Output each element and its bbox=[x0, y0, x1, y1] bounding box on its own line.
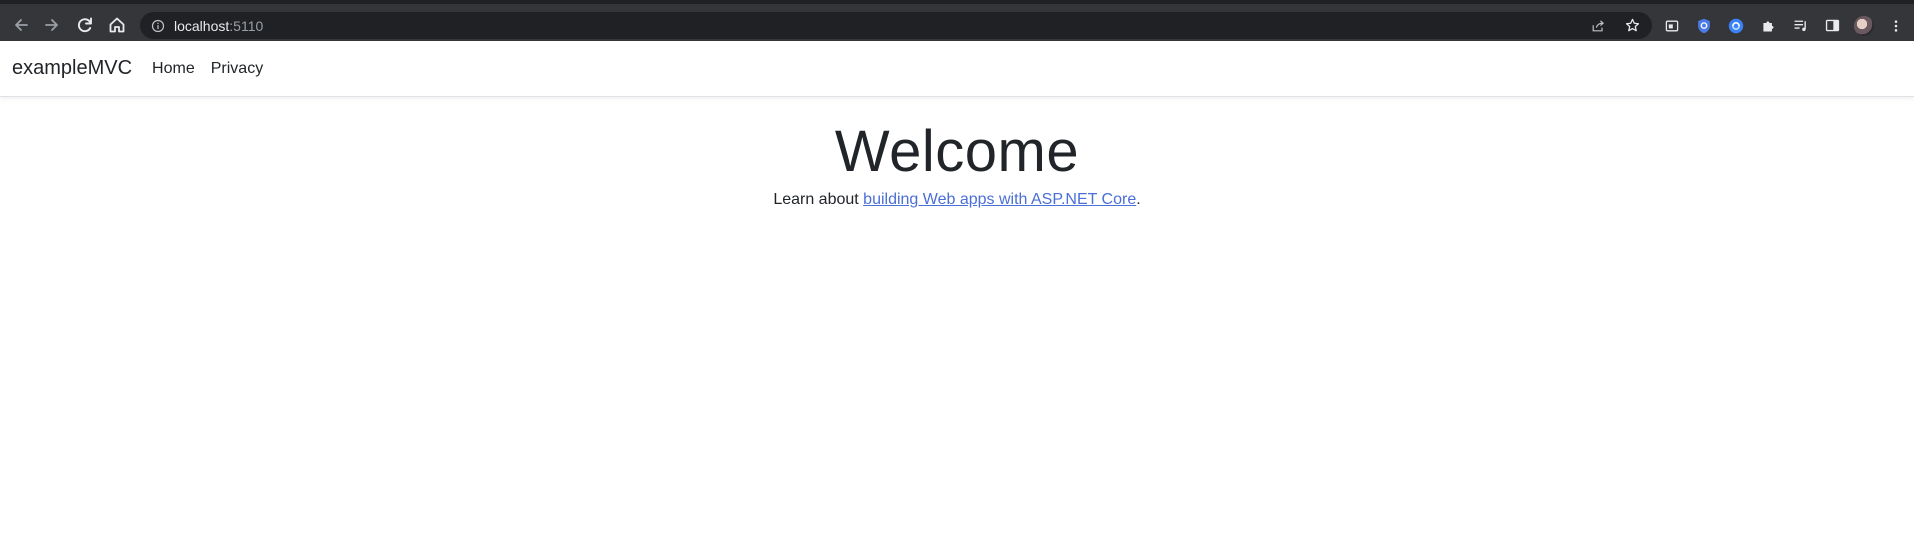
lead-suffix: . bbox=[1136, 191, 1141, 208]
info-icon[interactable] bbox=[150, 18, 166, 34]
reading-list-icon[interactable] bbox=[1790, 16, 1810, 36]
browser-toolbar: localhost:5110 bbox=[0, 0, 1914, 41]
omnibox-actions bbox=[1588, 12, 1642, 39]
extensions-area bbox=[1662, 12, 1906, 39]
url-port: :5110 bbox=[229, 17, 264, 34]
back-arrow-icon bbox=[15, 19, 28, 31]
site-navbar: exampleMVC Home Privacy bbox=[0, 41, 1914, 97]
reload-icon bbox=[77, 17, 92, 33]
star-icon[interactable] bbox=[1622, 16, 1642, 36]
tab-search-icon[interactable] bbox=[1662, 16, 1682, 36]
avatar[interactable] bbox=[1854, 15, 1874, 36]
reload-button[interactable] bbox=[71, 11, 99, 39]
forward-arrow-icon bbox=[45, 19, 58, 31]
home-icon bbox=[109, 17, 125, 33]
main-content: Welcome Learn about building Web apps wi… bbox=[0, 98, 1914, 209]
puzzle-icon[interactable] bbox=[1758, 16, 1778, 36]
shield-extension-icon[interactable] bbox=[1694, 16, 1714, 36]
nav-link-privacy[interactable]: Privacy bbox=[203, 52, 271, 86]
url-host: localhost bbox=[174, 17, 230, 34]
share-icon[interactable] bbox=[1588, 16, 1608, 36]
aspnet-docs-link[interactable]: building Web apps with ASP.NET Core bbox=[863, 191, 1136, 208]
brand-link[interactable]: exampleMVC bbox=[12, 57, 132, 80]
home-button[interactable] bbox=[103, 11, 131, 39]
url-text[interactable]: localhost:5110 bbox=[174, 18, 263, 34]
page-title: Welcome bbox=[834, 119, 1080, 184]
side-panel-icon[interactable] bbox=[1822, 16, 1842, 36]
back-button[interactable] bbox=[7, 11, 35, 39]
blue-extension-icon[interactable] bbox=[1726, 16, 1746, 36]
nav-links: Home Privacy bbox=[144, 52, 271, 86]
lead-prefix: Learn about bbox=[773, 191, 864, 208]
nav-link-home[interactable]: Home bbox=[144, 52, 203, 86]
lead-paragraph: Learn about building Web apps with ASP.N… bbox=[0, 191, 1914, 209]
kebab-menu-icon[interactable] bbox=[1886, 16, 1906, 36]
forward-button[interactable] bbox=[38, 11, 66, 39]
address-bar[interactable]: localhost:5110 bbox=[140, 12, 1652, 39]
